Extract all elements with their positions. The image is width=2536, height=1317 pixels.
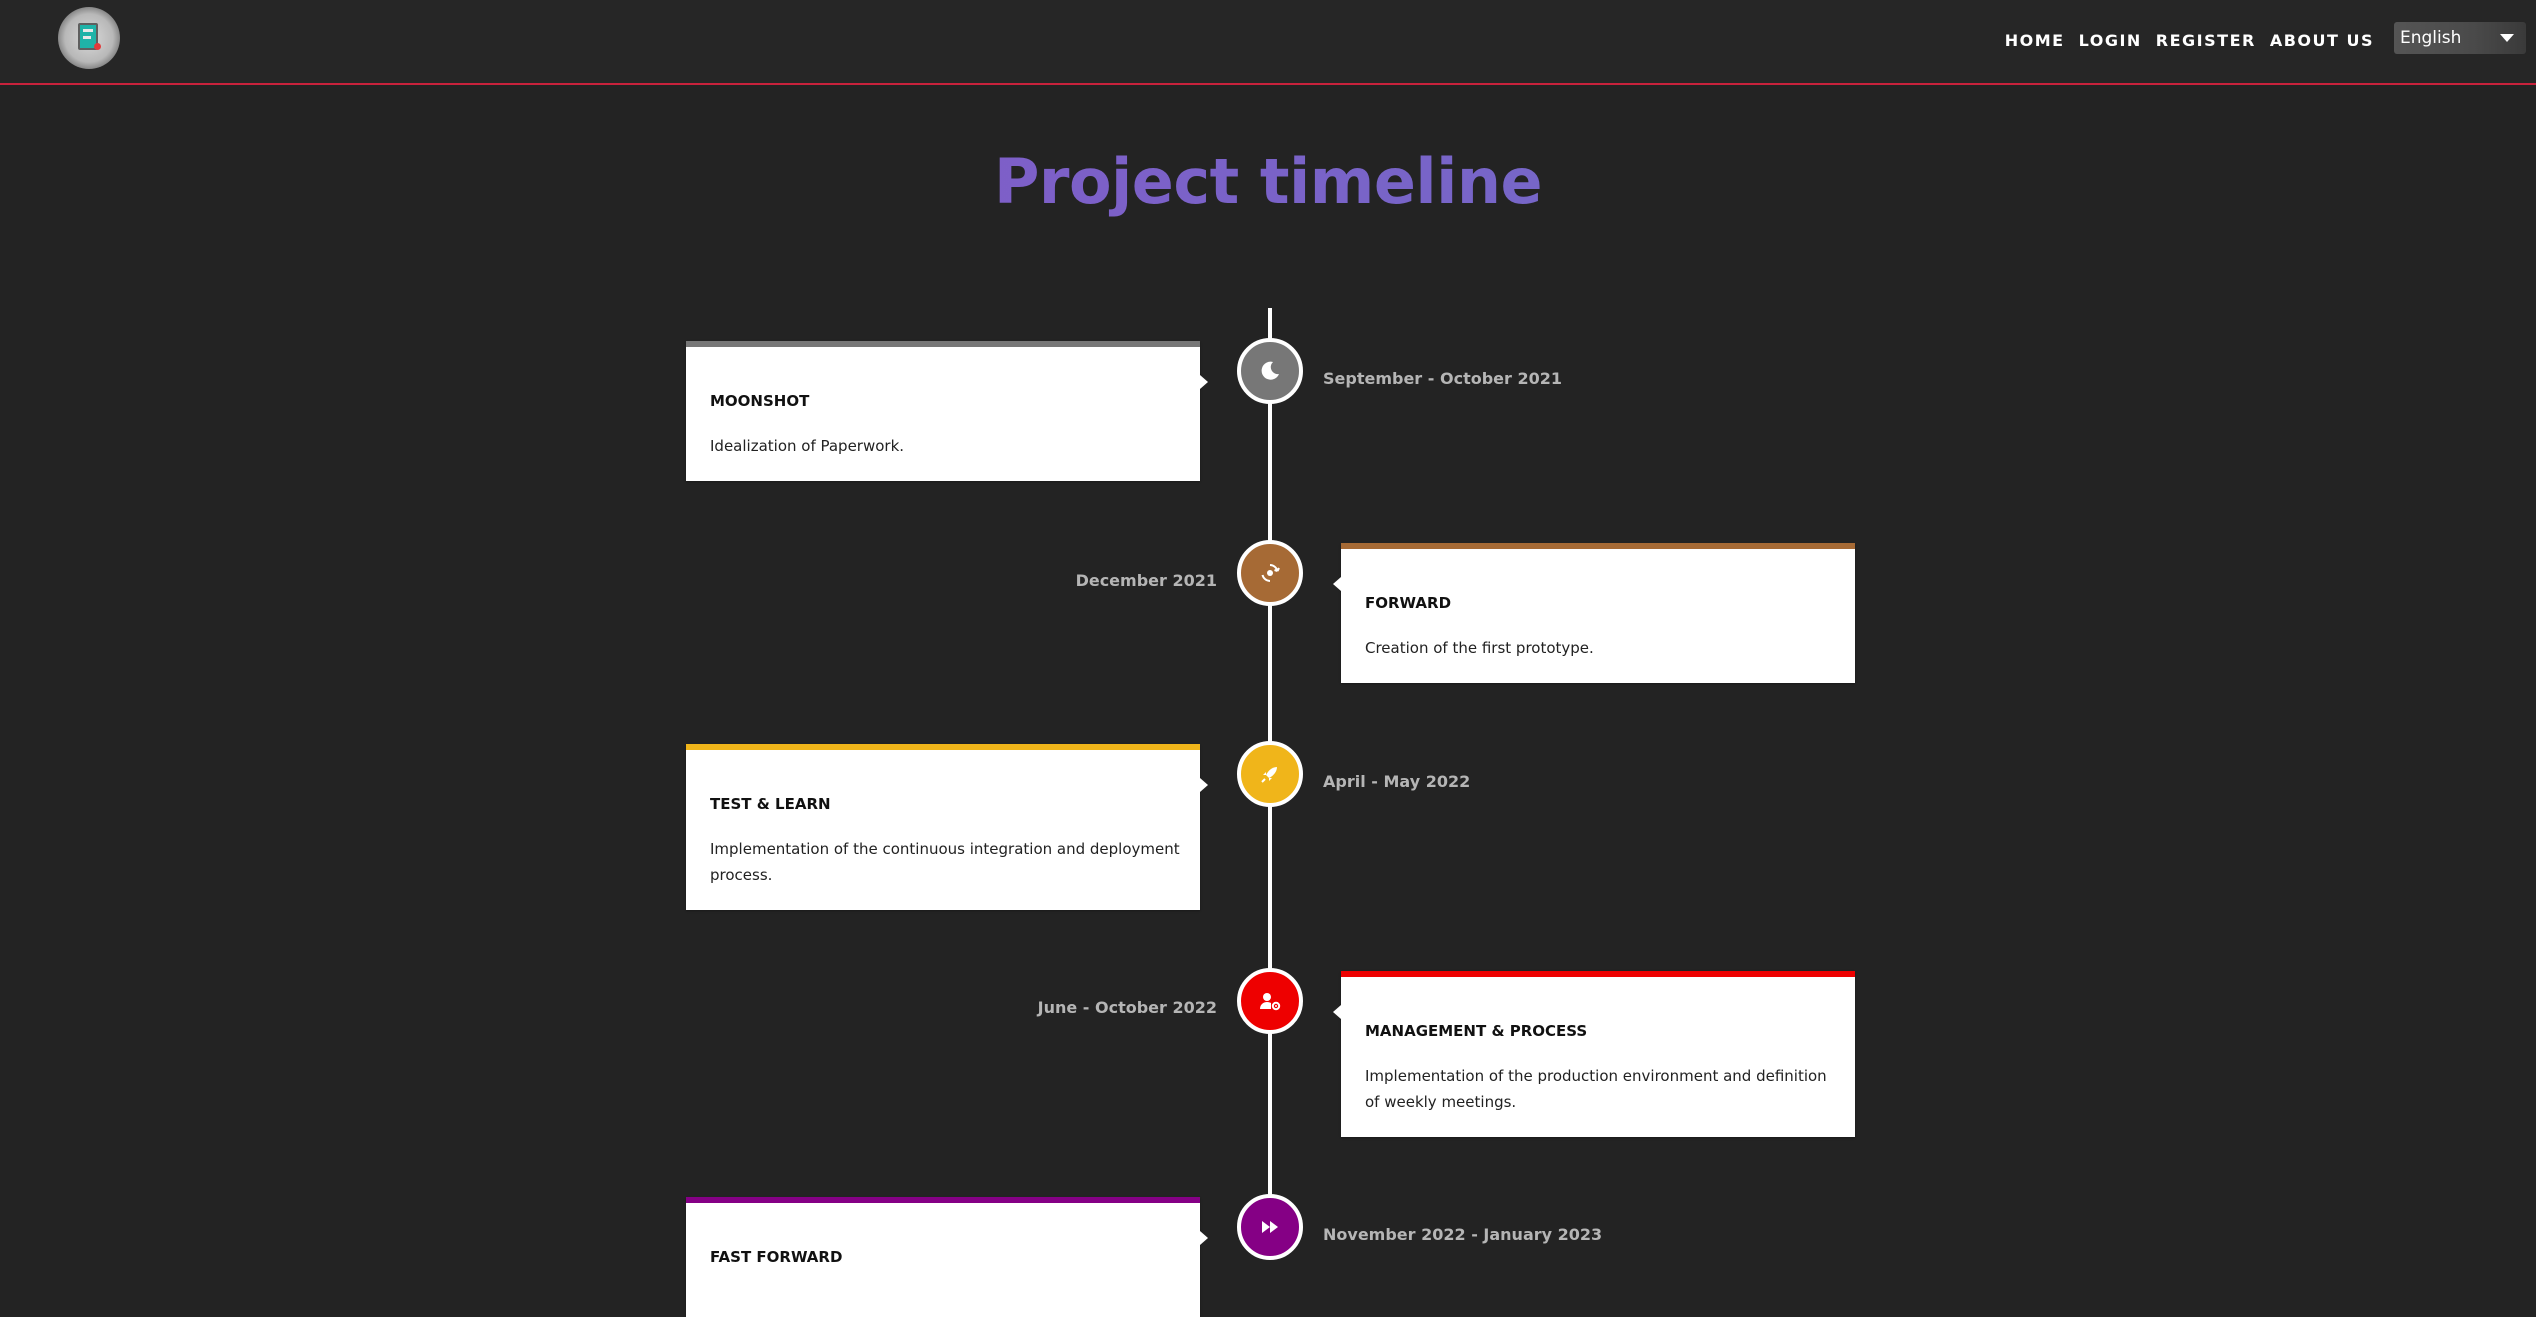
logo-dot — [94, 43, 101, 50]
chevron-down-icon — [2500, 34, 2514, 42]
nav-register-link[interactable]: REGISTER — [2156, 31, 2256, 50]
nav-about-link[interactable]: ABOUT US — [2270, 31, 2374, 50]
card-description: Idealization of Paperwork. — [710, 437, 905, 455]
card-description: Implementation of the continuous integra… — [710, 840, 1180, 884]
fast-forward-icon — [1262, 1221, 1278, 1233]
moon-icon — [1261, 361, 1279, 380]
card-description: Implementation of the production environ… — [1365, 1067, 1827, 1111]
card-title: TEST & LEARN — [710, 795, 831, 813]
nav-login-link[interactable]: LOGIN — [2079, 31, 2142, 50]
timeline-date: November 2022 - January 2023 — [1323, 1225, 1603, 1244]
page-title: Project timeline — [0, 145, 2536, 218]
timeline-card-management: MANAGEMENT & PROCESS Implementation of t… — [1333, 971, 1855, 1137]
timeline-date: June - October 2022 — [1037, 998, 1217, 1017]
nav-links: HOME LOGIN REGISTER ABOUT US — [2005, 31, 2374, 50]
timeline-node-3 — [1237, 741, 1303, 807]
timeline-date: September - October 2021 — [1323, 369, 1562, 388]
timeline-node-4 — [1237, 968, 1303, 1034]
card-title: FORWARD — [1365, 594, 1452, 612]
refresh-target-icon — [1261, 564, 1280, 582]
navbar: HOME LOGIN REGISTER ABOUT US English — [0, 0, 2536, 85]
language-select[interactable]: English — [2394, 22, 2526, 54]
timeline-date: December 2021 — [1075, 571, 1217, 590]
timeline-node-1 — [1237, 338, 1303, 404]
language-select-value: English — [2400, 28, 2462, 48]
user-gear-icon — [1260, 993, 1281, 1011]
timeline-card-moonshot: MOONSHOT Idealization of Paperwork. — [686, 341, 1208, 481]
card-description: Creation of the first prototype. — [1365, 639, 1594, 657]
rocket-icon — [1261, 767, 1277, 783]
nav-home-link[interactable]: HOME — [2005, 31, 2065, 50]
timeline-node-2 — [1237, 540, 1303, 606]
card-title: MOONSHOT — [710, 392, 810, 410]
timeline-card-forward: FORWARD Creation of the first prototype. — [1333, 543, 1855, 683]
card-title: MANAGEMENT & PROCESS — [1365, 1022, 1588, 1040]
timeline-node-5 — [1237, 1194, 1303, 1260]
card-title: FAST FORWARD — [710, 1248, 843, 1266]
logo[interactable] — [58, 7, 120, 69]
timeline-card-fast-forward: FAST FORWARD — [686, 1197, 1208, 1317]
timeline-date: April - May 2022 — [1323, 772, 1471, 791]
timeline-card-test-learn: TEST & LEARN Implementation of the conti… — [686, 744, 1208, 910]
